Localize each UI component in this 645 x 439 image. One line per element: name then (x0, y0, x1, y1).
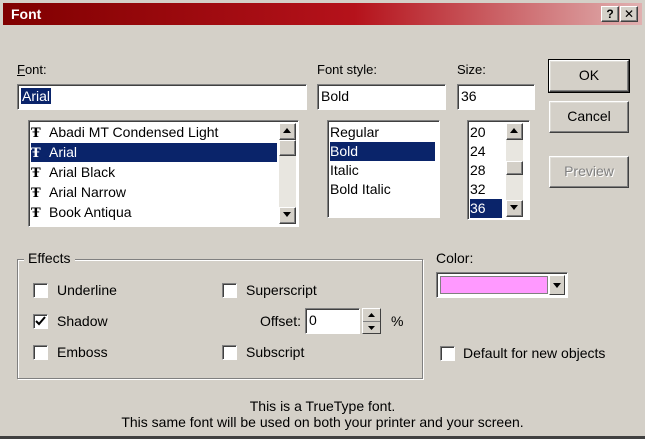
font-style-item[interactable]: Regular (330, 123, 435, 142)
font-style-label-text: Font style: (317, 62, 377, 77)
offset-input[interactable]: 0 (305, 308, 360, 334)
subscript-checkbox[interactable] (222, 345, 237, 360)
offset-spinner[interactable] (362, 308, 381, 334)
default-new-objects-label: Default for new objects (463, 345, 606, 361)
font-list-scrollbar[interactable] (279, 123, 296, 224)
font-style-item[interactable]: Italic (330, 161, 435, 180)
arrow-down-icon (283, 212, 291, 217)
size-list-scrollbar[interactable] (506, 123, 523, 217)
emboss-checkbox[interactable] (33, 345, 48, 360)
scroll-thumb[interactable] (279, 140, 296, 156)
truetype-icon: Ŧ (31, 126, 41, 141)
color-dropdown[interactable] (436, 272, 568, 298)
size-label: Size: (457, 62, 486, 77)
scroll-down-button[interactable] (506, 200, 523, 217)
size-input[interactable]: 36 (457, 84, 535, 110)
arrow-up-icon (510, 128, 518, 133)
size-item[interactable]: 28 (470, 161, 502, 180)
help-button[interactable]: ? (601, 6, 619, 22)
size-list[interactable]: 20 24 28 32 36 (467, 120, 530, 220)
scroll-up-button[interactable] (506, 123, 523, 140)
scroll-down-button[interactable] (279, 207, 296, 224)
font-label: Font: (17, 62, 47, 77)
spin-down-button[interactable] (363, 321, 380, 334)
font-style-input[interactable]: Bold (317, 84, 446, 110)
dialog-title: Font (11, 6, 42, 22)
close-icon: ✕ (623, 7, 635, 21)
title-bar[interactable]: Font ? ✕ (3, 3, 642, 25)
color-swatch (440, 276, 548, 294)
size-item-selected[interactable]: 36 (470, 199, 502, 218)
underline-label: Underline (57, 282, 117, 298)
offset-value: 0 (309, 312, 317, 328)
superscript-checkbox[interactable] (222, 283, 237, 298)
font-style-item[interactable]: Bold Italic (330, 180, 435, 199)
size-input-value: 36 (461, 88, 477, 104)
color-dropdown-button[interactable] (549, 275, 565, 295)
scroll-up-button[interactable] (279, 123, 296, 140)
size-item[interactable]: 20 (470, 123, 502, 142)
font-list-item[interactable]: Ŧ Abadi MT Condensed Light (31, 123, 277, 142)
shadow-label: Shadow (57, 313, 108, 329)
close-button[interactable]: ✕ (620, 6, 638, 22)
font-list-item-selected[interactable]: Ŧ Arial (31, 143, 277, 162)
arrow-up-icon (368, 313, 375, 317)
preview-button[interactable]: Preview (549, 156, 629, 188)
emboss-label: Emboss (57, 344, 108, 360)
chevron-down-icon (553, 283, 561, 288)
size-item[interactable]: 24 (470, 142, 502, 161)
font-input[interactable]: Arial (17, 84, 307, 110)
font-label-rest: ont: (24, 62, 47, 77)
subscript-label: Subscript (246, 344, 305, 360)
spin-up-button[interactable] (363, 309, 380, 321)
color-label: Color: (436, 250, 474, 266)
arrow-down-icon (368, 326, 375, 330)
info-line-2: This same font will be used on both your… (121, 414, 524, 430)
underline-checkbox[interactable] (33, 283, 48, 298)
truetype-icon: Ŧ (31, 146, 41, 161)
arrow-down-icon (510, 205, 518, 210)
effects-title: Effects (24, 250, 75, 266)
shadow-checkbox[interactable] (33, 314, 48, 329)
font-style-list[interactable]: Regular Bold Italic Bold Italic (327, 120, 440, 218)
truetype-icon: Ŧ (31, 206, 41, 221)
font-list-item[interactable]: Ŧ Arial Black (31, 163, 277, 182)
scroll-thumb[interactable] (506, 161, 523, 175)
superscript-label: Superscript (246, 282, 317, 298)
font-style-input-value: Bold (321, 88, 350, 104)
font-list-item[interactable]: Ŧ Arial Narrow (31, 183, 277, 202)
arrow-up-icon (283, 128, 291, 133)
size-item[interactable]: 32 (470, 180, 502, 199)
default-new-objects-checkbox[interactable] (440, 346, 455, 361)
font-style-item-selected[interactable]: Bold (330, 142, 435, 161)
offset-label: Offset: (260, 313, 301, 329)
font-style-label: Font style: (317, 62, 377, 77)
font-list-item[interactable]: Ŧ Book Antiqua (31, 203, 277, 222)
info-line-1: This is a TrueType font. (249, 398, 396, 414)
ok-button[interactable]: OK (548, 59, 630, 93)
truetype-icon: Ŧ (31, 166, 41, 181)
font-input-value: Arial (21, 88, 52, 104)
cancel-button[interactable]: Cancel (549, 101, 629, 133)
offset-unit: % (391, 313, 404, 329)
truetype-icon: Ŧ (31, 186, 41, 201)
font-list[interactable]: Ŧ Abadi MT Condensed Light Ŧ Arial Ŧ Arial … (28, 120, 299, 227)
size-label-text: Size: (457, 62, 486, 77)
checkmark-icon (35, 316, 46, 326)
font-dialog: Font ? ✕ Font: Arial Ŧ Abadi MT Condensed… (0, 0, 645, 439)
